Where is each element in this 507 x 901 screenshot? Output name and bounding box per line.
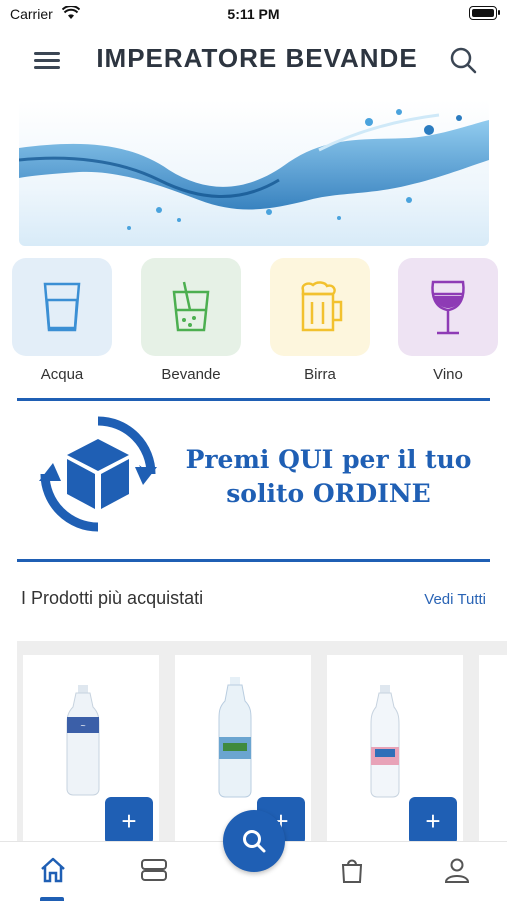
- shopping-bag-icon: [341, 859, 363, 883]
- clock: 5:11 PM: [227, 6, 280, 22]
- category-bevande[interactable]: Bevande: [141, 258, 241, 388]
- water-glass-icon: [43, 282, 81, 332]
- category-label: Acqua: [40, 366, 84, 383]
- tab-cart[interactable]: [326, 852, 376, 892]
- water-bottle-image: [218, 677, 252, 798]
- wine-glass-icon: [431, 280, 465, 335]
- category-birra[interactable]: Birra: [270, 258, 370, 388]
- water-bottle-image: [370, 685, 400, 798]
- tab-categories[interactable]: [128, 852, 178, 892]
- add-to-cart-button[interactable]: +: [409, 797, 457, 845]
- product-card[interactable]: +: [327, 655, 463, 861]
- category-label: Birra: [304, 366, 336, 383]
- reorder-text: Premi QUI per il tuo solito ORDINE: [167, 443, 490, 511]
- water-bottle-image: ~: [66, 685, 100, 796]
- beer-mug-icon: [301, 281, 343, 332]
- category-acqua[interactable]: Acqua: [12, 258, 112, 388]
- app-title: IMPERATORE BEVANDE: [96, 43, 418, 73]
- battery-icon: [469, 6, 500, 20]
- category-list: Acqua Bevande Birra Vino: [0, 258, 507, 388]
- search-icon[interactable]: [449, 46, 477, 79]
- category-label: Bevande: [161, 366, 221, 383]
- active-tab-indicator: [40, 897, 64, 901]
- reorder-text-line1: Premi QUI per il tuo: [185, 445, 472, 474]
- stack-icon: [141, 859, 167, 881]
- soft-drink-icon: [172, 281, 210, 332]
- tab-profile[interactable]: [431, 852, 481, 892]
- hamburger-menu-icon[interactable]: [34, 50, 60, 70]
- add-to-cart-button[interactable]: +: [105, 797, 153, 845]
- svg-text:~: ~: [80, 722, 86, 730]
- category-label: Vino: [433, 366, 463, 383]
- reorder-box-icon: [39, 416, 157, 532]
- app-header: IMPERATORE BEVANDE: [0, 30, 507, 90]
- see-all-link[interactable]: Vedi Tutti: [424, 591, 486, 608]
- tab-home[interactable]: [27, 852, 77, 892]
- product-card[interactable]: [479, 655, 507, 861]
- category-vino[interactable]: Vino: [398, 258, 498, 388]
- reorder-text-line2: solito ORDINE: [226, 479, 431, 508]
- search-icon: [243, 830, 266, 853]
- search-fab-button[interactable]: [223, 810, 285, 872]
- product-card[interactable]: ~ +: [23, 655, 159, 861]
- home-icon: [41, 857, 65, 883]
- reorder-banner[interactable]: Premi QUI per il tuo solito ORDINE: [17, 398, 490, 562]
- user-icon: [444, 858, 470, 883]
- water-splash-banner[interactable]: [19, 100, 489, 246]
- section-title: I Prodotti più acquistati: [21, 588, 204, 608]
- status-bar: Carrier 5:11 PM: [0, 0, 507, 30]
